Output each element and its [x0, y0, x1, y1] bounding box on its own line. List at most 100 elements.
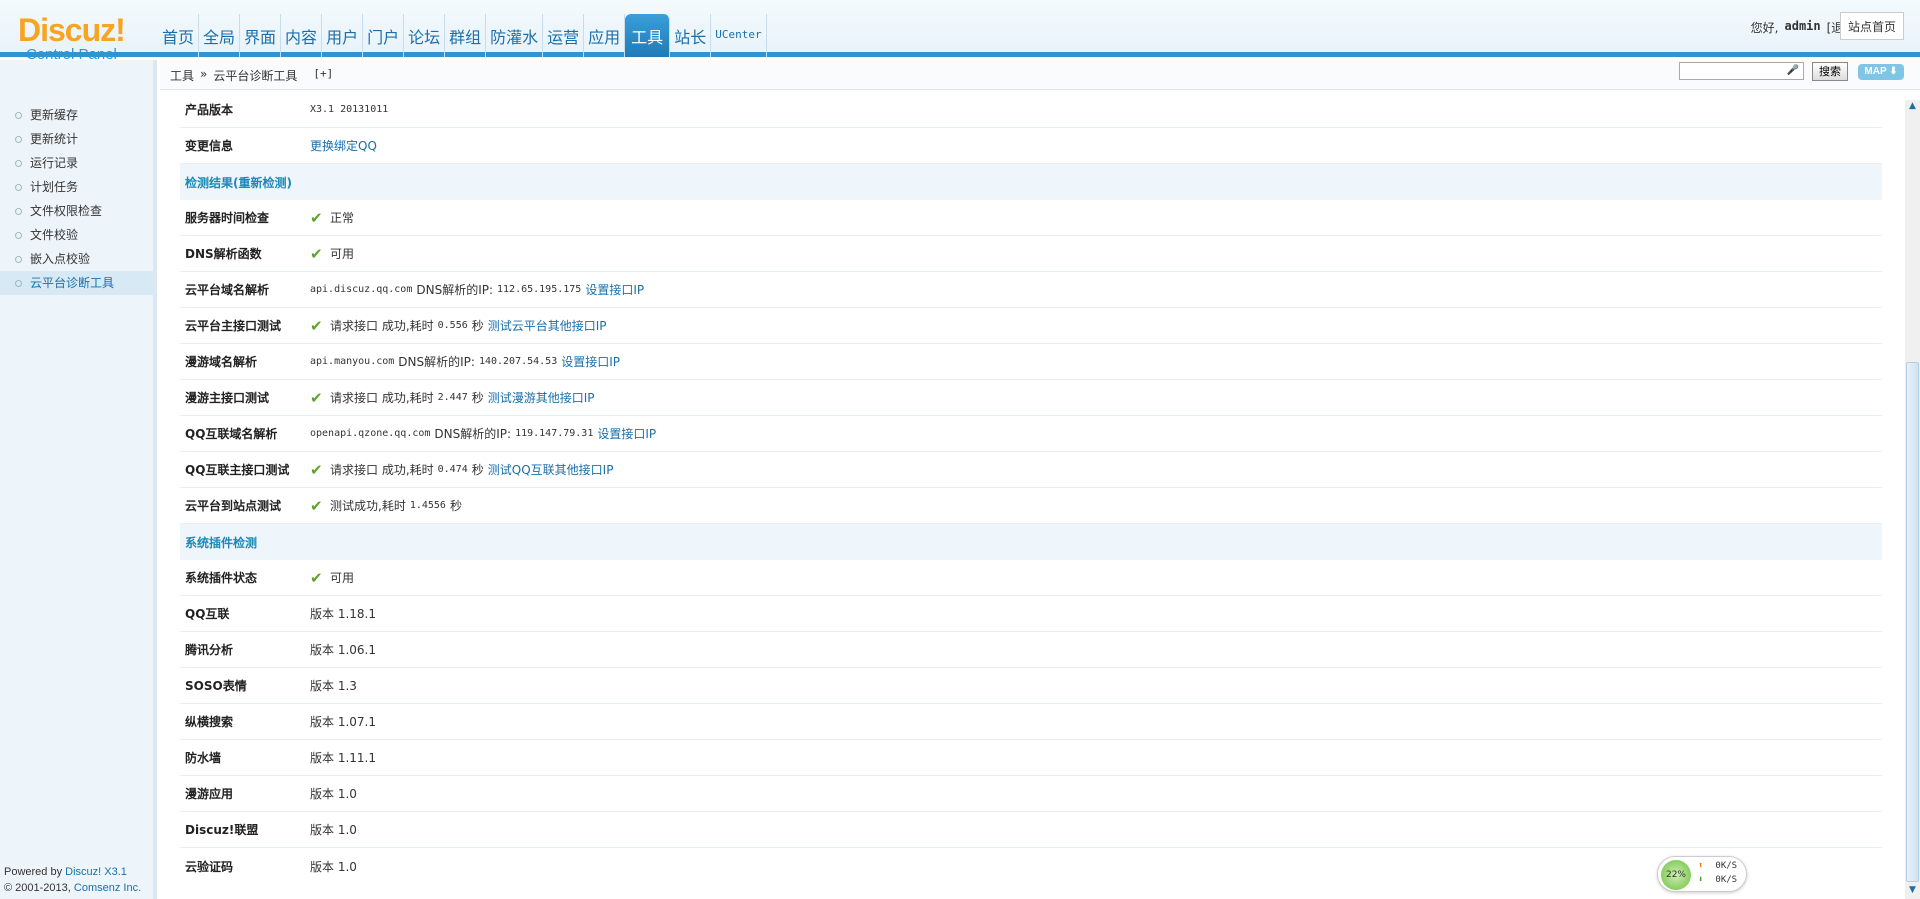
search-input[interactable]: 🎤 [1679, 62, 1804, 80]
row-label: SOSO表情 [185, 679, 247, 693]
change-bind-qq-link[interactable]: 更换绑定QQ [310, 137, 377, 154]
comsenz-link[interactable]: Comsenz Inc. [74, 882, 141, 894]
row-label: 系统插件状态 [185, 571, 258, 585]
status-text: 测试成功,耗时 [330, 499, 406, 513]
breadcrumb-parent[interactable]: 工具 [170, 67, 194, 84]
sidebar-item-cloud-diagnose[interactable]: 云平台诊断工具 [0, 271, 153, 295]
row-label: 云验证码 [185, 859, 234, 874]
table-row: 云平台主接口测试 ✔ 请求接口 成功,耗时 0.556 秒 测试云平台其他接口I… [180, 308, 1882, 344]
row-label: 产品版本 [185, 103, 234, 117]
sidebar-item-run-log[interactable]: 运行记录 [0, 151, 153, 175]
scrollbar-thumb[interactable] [1906, 362, 1919, 882]
logo-exclaim: ! [115, 12, 126, 48]
add-shortcut-link[interactable]: [+] [313, 67, 333, 84]
check-icon: ✔ [310, 388, 323, 407]
sidebar-item-file-check[interactable]: 文件校验 [0, 223, 153, 247]
check-icon: ✔ [310, 244, 323, 263]
version-text: 版本 1.3 [310, 679, 357, 693]
time-unit: 秒 [449, 499, 462, 513]
test-other-ip-link[interactable]: 测试QQ互联其他接口IP [488, 461, 614, 478]
nav-style[interactable]: 界面 [240, 14, 282, 57]
dns-ip-label: DNS解析的IP: [416, 283, 494, 297]
sidebar-item-file-perms[interactable]: 文件权限检查 [0, 199, 153, 223]
version-text: 版本 1.18.1 [310, 607, 376, 621]
status-text: 请求接口 成功,耗时 [330, 391, 434, 405]
status-text: 可用 [330, 247, 355, 261]
time-unit: 秒 [471, 319, 484, 333]
row-label: 云平台主接口测试 [185, 319, 282, 333]
set-api-ip-link[interactable]: 设置接口IP [561, 353, 620, 370]
nav-portal[interactable]: 门户 [363, 14, 405, 57]
table-row: 云验证码 版本 1.0 [180, 848, 1882, 884]
time-unit: 秒 [471, 463, 484, 477]
breadcrumb: 工具 » 云平台诊断工具 [+] [170, 67, 333, 84]
network-speed-widget[interactable]: 22% ⬆ 0K/S ⬇ 0K/S [1657, 856, 1747, 892]
sidebar-item-update-stats[interactable]: 更新统计 [0, 127, 153, 151]
set-api-ip-link[interactable]: 设置接口IP [597, 425, 656, 442]
row-label: 漫游应用 [185, 787, 234, 801]
row-label: QQ互联域名解析 [185, 427, 278, 441]
download-speed: 0K/S [1715, 875, 1738, 885]
map-button[interactable]: MAP ⬇ [1858, 64, 1904, 80]
table-row: 漫游域名解析 api.manyou.com DNS解析的IP: 140.207.… [180, 344, 1882, 380]
time-value: 1.4556 [409, 500, 446, 511]
row-label: 防水墙 [185, 751, 222, 765]
nav-ucenter[interactable]: UCenter [711, 14, 767, 57]
download-arrow-icon: ⬇ [1698, 875, 1704, 885]
host-text: api.discuz.qq.com [310, 284, 413, 295]
set-api-ip-link[interactable]: 设置接口IP [585, 281, 644, 298]
nav-safe[interactable]: 防灌水 [486, 14, 544, 57]
nav-forum[interactable]: 论坛 [404, 14, 446, 57]
scroll-up-arrow-icon[interactable]: ▲ [1906, 101, 1919, 113]
row-label: 云平台到站点测试 [185, 499, 282, 513]
nav-group[interactable]: 群组 [445, 14, 487, 57]
sidebar-item-cron[interactable]: 计划任务 [0, 175, 153, 199]
breadcrumb-current: 云平台诊断工具 [213, 69, 298, 83]
table-row: DNS解析函数 ✔ 可用 [180, 236, 1882, 272]
nav-content[interactable]: 内容 [281, 14, 323, 57]
version-text: 版本 1.11.1 [310, 751, 376, 765]
nav-extended[interactable]: 运营 [543, 14, 585, 57]
version-text: 版本 1.0 [310, 823, 357, 837]
logo[interactable]: Discuz! Control Panel [18, 14, 138, 63]
status-text: 请求接口 成功,耗时 [330, 463, 434, 477]
speed-percent: 22% [1661, 860, 1691, 890]
nav-plugin[interactable]: 应用 [584, 14, 626, 57]
nav-user[interactable]: 用户 [322, 14, 364, 57]
table-row: 产品版本 X3.1 20131011 [180, 92, 1882, 128]
row-label: 变更信息 [185, 139, 234, 153]
ip-text: 112.65.195.175 [497, 284, 582, 295]
table-row: 腾讯分析 版本 1.06.1 [180, 632, 1882, 668]
sub-bar: 工具 » 云平台诊断工具 [+] 🎤 搜索 MAP ⬇ [160, 60, 1920, 90]
version-text: 版本 1.07.1 [310, 715, 376, 729]
test-other-ip-link[interactable]: 测试云平台其他接口IP [488, 317, 607, 334]
copyright-text: © 2001-2013, [4, 882, 74, 894]
table-row: 服务器时间检查 ✔ 正常 [180, 200, 1882, 236]
nav-tools[interactable]: 工具 [625, 14, 671, 57]
version-text: 版本 1.0 [310, 859, 357, 874]
nav-global[interactable]: 全局 [199, 14, 241, 57]
version-text: 版本 1.06.1 [310, 643, 376, 657]
sidebar-item-update-cache[interactable]: 更新缓存 [0, 103, 153, 127]
row-label: 服务器时间检查 [185, 211, 270, 225]
site-home-button[interactable]: 站点首页 [1839, 12, 1904, 40]
sidebar-footer: Powered by Discuz! X3.1 © 2001-2013, Com… [4, 864, 141, 896]
section-title: 检测结果 [185, 175, 234, 190]
recheck-link[interactable]: (重新检测) [233, 176, 292, 190]
version-text: 版本 1.0 [310, 787, 357, 801]
sidebar-item-hook-check[interactable]: 嵌入点校验 [0, 247, 153, 271]
table-row: Discuz!联盟 版本 1.0 [180, 812, 1882, 848]
nav-founder[interactable]: 站长 [670, 14, 712, 57]
ip-text: 140.207.54.53 [478, 356, 558, 367]
host-text: openapi.qzone.qq.com [310, 428, 431, 439]
table-row: QQ互联域名解析 openapi.qzone.qq.com DNS解析的IP: … [180, 416, 1882, 452]
microphone-icon[interactable]: 🎤 [1787, 65, 1799, 76]
powered-by-text: Powered by [4, 866, 66, 878]
test-other-ip-link[interactable]: 测试漫游其他接口IP [488, 389, 595, 406]
discuz-link[interactable]: Discuz! X3.1 [65, 866, 127, 878]
search-button[interactable]: 搜索 [1812, 62, 1848, 81]
scroll-down-arrow-icon[interactable]: ▼ [1906, 885, 1919, 897]
nav-home[interactable]: 首页 [158, 14, 200, 57]
row-label: 云平台域名解析 [185, 283, 270, 297]
check-icon: ✔ [310, 568, 323, 587]
